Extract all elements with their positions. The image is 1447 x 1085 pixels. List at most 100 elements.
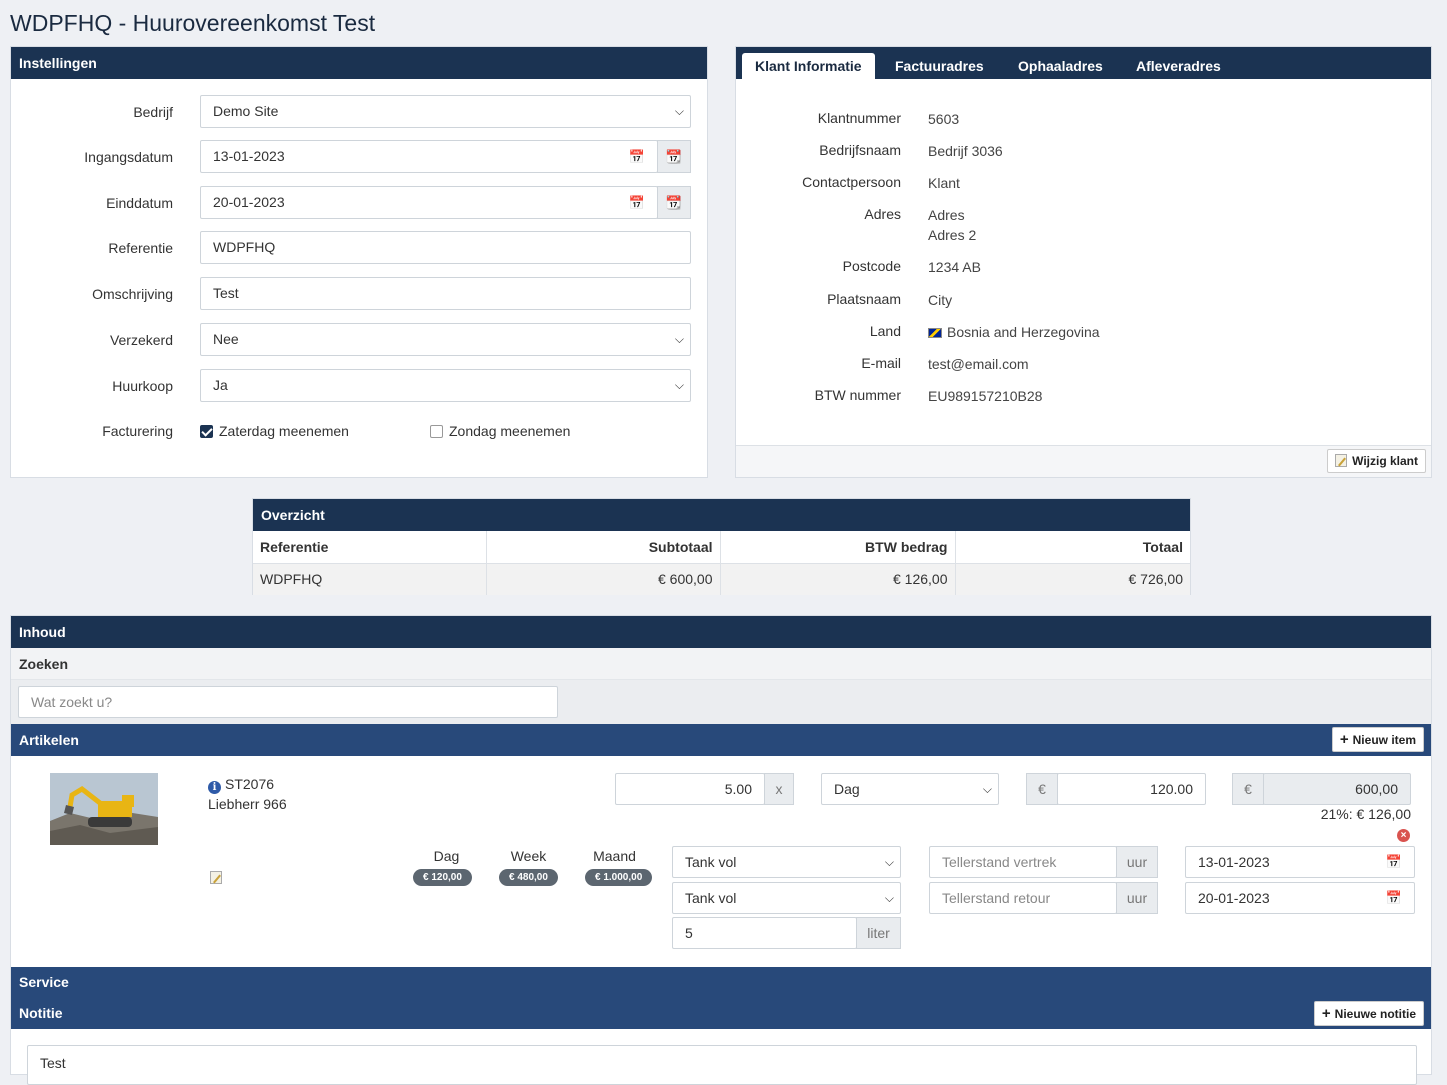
new-note-button[interactable]: + Nieuwe notitie <box>1313 1001 1424 1026</box>
currency-addon: € <box>1232 773 1264 805</box>
description-input[interactable]: Test <box>200 277 691 310</box>
fuel-amount-input[interactable]: 5 <box>672 917 857 949</box>
articles-title: Artikelen <box>19 732 79 748</box>
price-input[interactable]: 120.00 <box>1057 773 1206 805</box>
meter-return-input[interactable]: Tellerstand retour <box>929 882 1117 914</box>
calendar-picker-icon[interactable]: 📅 <box>1386 883 1402 913</box>
fuel-return-select[interactable]: Tank vol ⌵ <box>672 882 901 914</box>
notes-title: Notitie <box>19 1005 63 1021</box>
insured-select[interactable]: Nee ⌵ <box>200 323 691 356</box>
chevron-down-icon: ⌵ <box>884 891 894 905</box>
info-icon[interactable]: i <box>208 781 221 794</box>
notes-heading: Notitie + Nieuwe notitie <box>11 998 1431 1029</box>
customer-number-label: Klantnummer <box>817 110 901 126</box>
total-field: 600,00 <box>1263 773 1411 805</box>
company-name-value: Bedrijf 3036 <box>928 143 1003 159</box>
contact-value: Klant <box>928 175 960 191</box>
company-select[interactable]: Demo Site ⌵ <box>200 95 691 128</box>
end-date-input[interactable]: 20-01-2023 📅 <box>200 186 658 219</box>
billing-label: Facturering <box>102 423 173 439</box>
tab-customer-info[interactable]: Klant Informatie <box>742 53 875 79</box>
vat-label: BTW nummer <box>814 387 901 403</box>
insured-row: Verzekerd Nee ⌵ <box>11 323 707 357</box>
rate-week-badge: € 480,00 <box>499 869 558 886</box>
calendar-picker-icon[interactable]: 📅 <box>629 141 645 172</box>
note-textarea[interactable]: Test <box>27 1045 1417 1085</box>
new-item-button[interactable]: + Nieuw item <box>1331 727 1424 752</box>
service-heading: Service <box>11 967 1431 998</box>
quantity-input[interactable]: 5.00 <box>615 773 765 805</box>
content-panel: Inhoud Zoeken Wat zoekt u? Artikelen + Ni… <box>10 615 1432 1085</box>
checkbox-unchecked-icon[interactable] <box>430 425 443 438</box>
overview-heading: Overzicht <box>253 499 1190 531</box>
country-label: Land <box>869 323 901 339</box>
reference-input[interactable]: WDPFHQ <box>200 231 691 264</box>
insured-label: Verzekerd <box>109 332 173 348</box>
period-select[interactable]: Dag ⌵ <box>821 773 999 805</box>
vat-line: 21%: € 126,00 <box>1320 806 1411 822</box>
end-date-label: Einddatum <box>106 195 173 211</box>
calendar-icon[interactable]: 📆 <box>657 186 691 219</box>
fuel-departure-value: Tank vol <box>685 854 737 870</box>
note-icon[interactable] <box>210 871 222 884</box>
country-name: Bosnia and Herzegovina <box>947 324 1100 340</box>
delete-icon[interactable]: × <box>1397 829 1410 842</box>
cell-total: € 726,00 <box>955 563 1190 595</box>
search-input[interactable]: Wat zoekt u? <box>18 686 558 718</box>
customer-tabs: Klant Informatie Factuuradres Ophaaladre… <box>736 47 1431 79</box>
end-date-row: Einddatum 20-01-2023 📅 📆 <box>11 186 707 220</box>
edit-customer-button[interactable]: Wijzig klant <box>1327 449 1426 473</box>
email-value: test@email.com <box>928 356 1029 372</box>
hire-purchase-select[interactable]: Ja ⌵ <box>200 369 691 402</box>
calendar-icon[interactable]: 📆 <box>657 140 691 173</box>
table-row: WDPFHQ € 600,00 € 126,00 € 726,00 <box>253 563 1190 595</box>
date-out-input[interactable]: 13-01-2023 📅 <box>1185 846 1415 878</box>
hire-purchase-select-value: Ja <box>213 377 228 393</box>
postcode-label: Postcode <box>842 258 901 274</box>
saturday-label: Zaterdag meenemen <box>219 423 349 439</box>
settings-heading: Instellingen <box>11 47 707 79</box>
date-in-value: 20-01-2023 <box>1198 890 1270 906</box>
fuel-departure-select[interactable]: Tank vol ⌵ <box>672 846 901 878</box>
edit-customer-label: Wijzig klant <box>1352 454 1418 468</box>
article-info: i ST2076 Liebherr 966 <box>208 774 287 814</box>
cell-vat: € 126,00 <box>720 563 956 595</box>
chevron-down-icon: ⌵ <box>982 782 992 796</box>
column-vat: BTW bedrag <box>720 531 956 564</box>
date-out-value: 13-01-2023 <box>1198 854 1270 870</box>
date-in-input[interactable]: 20-01-2023 📅 <box>1185 882 1415 914</box>
customer-number-value: 5603 <box>928 111 960 127</box>
cell-subtotal: € 600,00 <box>486 563 721 595</box>
tab-delivery-address[interactable]: Afleveradres <box>1123 53 1234 79</box>
search-heading: Zoeken <box>11 648 1431 680</box>
vat-value: EU989157210B28 <box>928 388 1043 404</box>
meter-departure-input[interactable]: Tellerstand vertrek <box>929 846 1117 878</box>
calendar-picker-icon[interactable]: 📅 <box>629 187 645 218</box>
start-date-input[interactable]: 13-01-2023 📅 <box>200 140 658 173</box>
address-line-2: Adres 2 <box>928 227 977 243</box>
plus-icon: + <box>1339 731 1349 748</box>
sunday-checkbox[interactable]: Zondag meenemen <box>430 414 570 448</box>
insured-select-value: Nee <box>213 331 239 347</box>
content-heading: Inhoud <box>11 616 1431 648</box>
tab-invoice-address[interactable]: Factuuradres <box>882 53 997 79</box>
period-value: Dag <box>834 781 860 797</box>
checkbox-checked-icon[interactable] <box>200 425 213 438</box>
hire-purchase-row: Huurkoop Ja ⌵ <box>11 369 707 403</box>
description-row: Omschrijving Test <box>11 277 707 311</box>
tab-pickup-address[interactable]: Ophaaladres <box>1005 53 1116 79</box>
column-subtotal: Subtotaal <box>486 531 721 564</box>
calendar-picker-icon[interactable]: 📅 <box>1386 847 1402 877</box>
saturday-checkbox[interactable]: Zaterdag meenemen <box>200 414 349 448</box>
company-select-value: Demo Site <box>213 103 279 119</box>
start-date-row: Ingangsdatum 13-01-2023 📅 📆 <box>11 140 707 174</box>
company-name-label: Bedrijfsnaam <box>819 142 901 158</box>
new-item-label: Nieuw item <box>1352 733 1416 747</box>
chevron-down-icon: ⌵ <box>674 378 684 392</box>
start-date-label: Ingangsdatum <box>84 149 173 165</box>
new-note-label: Nieuwe notitie <box>1334 1007 1416 1021</box>
currency-addon: € <box>1026 773 1058 805</box>
edit-icon <box>1335 454 1348 467</box>
hire-purchase-label: Huurkoop <box>112 378 173 394</box>
reference-label: Referentie <box>108 240 173 256</box>
